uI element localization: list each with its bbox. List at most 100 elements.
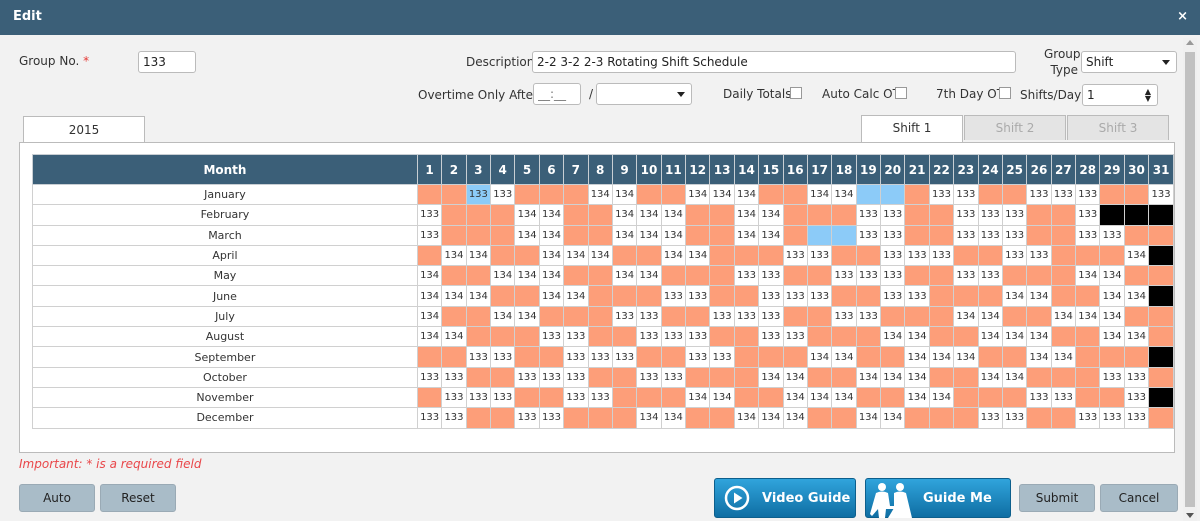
day-cell[interactable] xyxy=(806,305,833,328)
day-cell[interactable] xyxy=(758,244,784,267)
day-cell[interactable] xyxy=(611,386,638,409)
day-cell[interactable] xyxy=(1075,244,1101,267)
day-cell[interactable]: 133 xyxy=(441,407,467,429)
day-cell[interactable] xyxy=(587,366,613,388)
day-cell[interactable] xyxy=(1001,183,1028,206)
day-cell[interactable] xyxy=(660,265,687,287)
day-cell[interactable]: 133 xyxy=(1001,224,1028,246)
day-cell[interactable] xyxy=(587,407,613,429)
day-cell[interactable] xyxy=(1050,285,1077,307)
day-cell[interactable] xyxy=(709,204,735,226)
day-cell[interactable] xyxy=(563,224,589,246)
day-cell[interactable]: 134 xyxy=(685,386,711,409)
day-cell[interactable]: 134 xyxy=(831,346,857,368)
day-cell[interactable]: 133 xyxy=(855,204,882,226)
day-cell[interactable] xyxy=(928,366,955,388)
day-cell[interactable]: 134 xyxy=(733,224,760,246)
day-cell[interactable]: 134 xyxy=(831,183,857,206)
day-cell[interactable] xyxy=(636,285,662,307)
day-cell[interactable] xyxy=(465,366,492,388)
day-cell[interactable] xyxy=(611,326,638,348)
day-cell[interactable]: 134 xyxy=(855,366,882,388)
day-cell[interactable]: 133 xyxy=(685,285,711,307)
day-cell[interactable] xyxy=(587,326,613,348)
day-cell[interactable] xyxy=(733,386,760,409)
day-cell[interactable] xyxy=(1026,305,1052,328)
day-cell[interactable]: 134 xyxy=(782,407,808,429)
day-cell[interactable] xyxy=(904,305,930,328)
day-cell[interactable]: 134 xyxy=(490,265,516,287)
day-cell[interactable] xyxy=(1075,366,1101,388)
day-cell[interactable] xyxy=(514,326,540,348)
day-cell[interactable] xyxy=(490,326,516,348)
day-cell[interactable]: 134 xyxy=(806,346,833,368)
day-cell[interactable] xyxy=(660,305,687,328)
day-cell[interactable] xyxy=(441,305,467,328)
day-cell[interactable]: 133 xyxy=(636,326,662,348)
day-cell[interactable]: 133 xyxy=(1075,183,1101,206)
day-cell[interactable] xyxy=(1026,366,1052,388)
day-cell[interactable] xyxy=(1099,183,1125,206)
day-cell[interactable] xyxy=(709,244,735,267)
day-cell[interactable]: 133 xyxy=(1075,204,1101,226)
day-cell[interactable] xyxy=(416,183,443,206)
day-cell[interactable] xyxy=(709,224,735,246)
day-cell[interactable]: 134 xyxy=(465,285,492,307)
day-cell[interactable]: 134 xyxy=(733,204,760,226)
day-cell[interactable] xyxy=(855,346,882,368)
day-cell[interactable]: 133 xyxy=(465,346,492,368)
day-cell[interactable]: 133 xyxy=(758,305,784,328)
day-cell[interactable]: 134 xyxy=(563,285,589,307)
day-cell[interactable] xyxy=(587,265,613,287)
day-cell[interactable] xyxy=(928,285,955,307)
day-cell[interactable]: 133 xyxy=(1001,244,1028,267)
day-cell[interactable]: 134 xyxy=(977,366,1003,388)
day-cell[interactable]: 133 xyxy=(977,204,1003,226)
day-cell[interactable] xyxy=(977,285,1003,307)
day-cell[interactable] xyxy=(977,346,1003,368)
day-cell[interactable] xyxy=(685,265,711,287)
day-cell[interactable]: 133 xyxy=(782,285,808,307)
day-cell[interactable]: 134 xyxy=(758,407,784,429)
day-cell[interactable]: 133 xyxy=(1123,407,1150,429)
day-cell[interactable]: 133 xyxy=(928,183,955,206)
day-cell[interactable] xyxy=(514,183,540,206)
day-cell[interactable] xyxy=(538,346,565,368)
day-cell[interactable] xyxy=(953,326,979,348)
day-cell[interactable] xyxy=(441,265,467,287)
day-cell[interactable] xyxy=(1001,265,1028,287)
day-cell[interactable]: 133 xyxy=(660,326,687,348)
day-cell[interactable]: 133 xyxy=(782,244,808,267)
day-cell[interactable] xyxy=(831,326,857,348)
day-cell[interactable] xyxy=(782,204,808,226)
tab-shift-2[interactable]: Shift 2 xyxy=(964,115,1066,140)
day-cell[interactable]: 134 xyxy=(636,265,662,287)
day-cell[interactable]: 134 xyxy=(1026,326,1052,348)
day-cell[interactable] xyxy=(806,366,833,388)
day-cell[interactable] xyxy=(1123,346,1150,368)
day-cell[interactable]: 134 xyxy=(611,183,638,206)
day-cell[interactable]: 134 xyxy=(660,407,687,429)
day-cell[interactable]: 134 xyxy=(758,366,784,388)
day-cell[interactable]: 134 xyxy=(1001,326,1028,348)
day-cell[interactable]: 133 xyxy=(953,204,979,226)
guide-me-button[interactable]: Guide Me xyxy=(865,478,1011,518)
day-cell[interactable]: 133 xyxy=(1075,407,1101,429)
day-cell[interactable] xyxy=(660,346,687,368)
day-cell[interactable]: 134 xyxy=(855,407,882,429)
day-cell[interactable] xyxy=(855,183,882,206)
cancel-button[interactable]: Cancel xyxy=(1100,484,1178,512)
day-cell[interactable]: 133 xyxy=(855,305,882,328)
day-cell[interactable] xyxy=(928,326,955,348)
day-cell[interactable]: 133 xyxy=(782,326,808,348)
day-cell[interactable] xyxy=(782,183,808,206)
day-cell[interactable]: 134 xyxy=(880,366,906,388)
day-cell[interactable] xyxy=(709,265,735,287)
day-cell[interactable]: 134 xyxy=(660,224,687,246)
day-cell[interactable]: 134 xyxy=(1026,346,1052,368)
day-cell[interactable]: 133 xyxy=(953,224,979,246)
day-cell[interactable] xyxy=(928,224,955,246)
day-cell[interactable] xyxy=(490,366,516,388)
day-cell[interactable]: 133 xyxy=(514,366,540,388)
day-cell[interactable] xyxy=(538,386,565,409)
